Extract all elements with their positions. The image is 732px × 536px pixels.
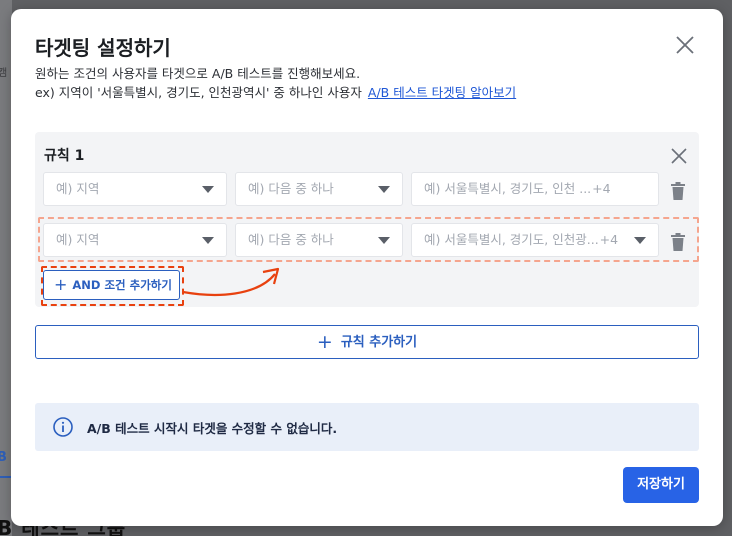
trash-icon[interactable] <box>671 182 685 200</box>
caret-down-icon <box>634 237 646 244</box>
targeting-modal: 타겟팅 설정하기 원하는 조건의 사용자를 타겟으로 A/B 테스트를 진행해보… <box>11 9 723 526</box>
caret-down-icon <box>202 237 214 244</box>
arrow-annotation <box>182 267 280 296</box>
value-select[interactable]: 예) 서울특별시, 경기도, 인천 ...+4 <box>411 172 659 206</box>
background-text: 캠 <box>0 68 8 79</box>
info-icon <box>52 416 74 438</box>
value-select[interactable]: 예) 서울특별시, 경기도, 인천광...+4 <box>411 223 659 257</box>
caret-down-icon <box>378 186 390 193</box>
add-and-condition-button[interactable]: + AND 조건 추가하기 <box>43 270 180 300</box>
example-text: ex) 지역이 '서울특별시, 경기도, 인천광역시' 중 하나인 사용자 <box>35 85 362 100</box>
caret-down-icon <box>378 237 390 244</box>
help-link[interactable]: A/B 테스트 타겟팅 알아보기 <box>368 85 516 100</box>
modal-example: ex) 지역이 '서울특별시, 경기도, 인천광역시' 중 하나인 사용자 A/B… <box>35 82 516 101</box>
save-button[interactable]: 저장하기 <box>623 467 699 503</box>
caret-down-icon <box>202 186 214 193</box>
rule-card: 규칙 1 예) 지역 예) 다음 중 하나 예) 서울특별시, 경기도, 인천 … <box>35 132 699 307</box>
operator-select[interactable]: 예) 다음 중 하나 <box>235 172 403 206</box>
trash-icon[interactable] <box>671 233 685 251</box>
close-icon[interactable] <box>673 33 697 57</box>
plus-icon: + <box>54 275 68 294</box>
close-icon[interactable] <box>669 146 689 166</box>
notice-text: A/B 테스트 시작시 타겟을 수정할 수 없습니다. <box>87 421 338 436</box>
modal-description: 원하는 조건의 사용자를 타겟으로 A/B 테스트를 진행해보세요. <box>35 66 361 81</box>
field-select[interactable]: 예) 지역 <box>43 223 227 257</box>
operator-select[interactable]: 예) 다음 중 하나 <box>235 223 403 257</box>
add-rule-button[interactable]: + 규칙 추가하기 <box>35 325 699 359</box>
notice-banner: A/B 테스트 시작시 타겟을 수정할 수 없습니다. <box>35 403 699 451</box>
field-select[interactable]: 예) 지역 <box>43 172 227 206</box>
plus-icon: + <box>316 331 333 353</box>
rule-title: 규칙 1 <box>44 148 85 164</box>
modal-title: 타겟팅 설정하기 <box>35 36 171 60</box>
